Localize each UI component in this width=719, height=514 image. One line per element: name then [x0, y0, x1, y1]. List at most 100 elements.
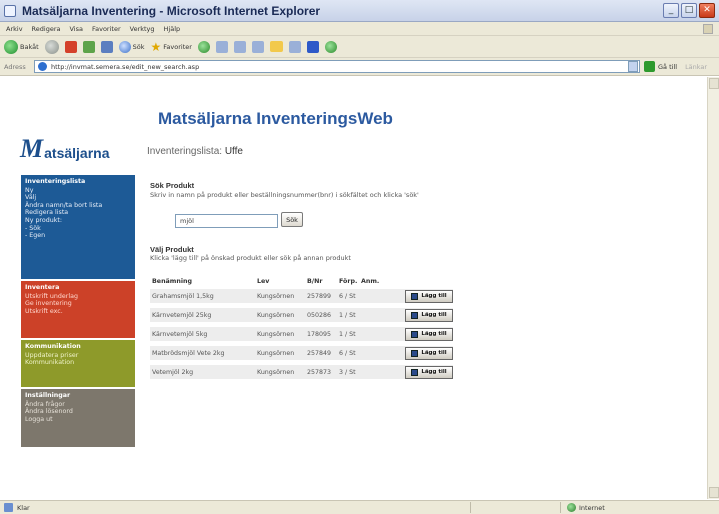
- forward-arrow-icon: [44, 39, 59, 54]
- security-zone: Internet: [567, 503, 605, 512]
- nav-item-redigera-lista[interactable]: Redigera lista: [25, 209, 131, 217]
- add-product-button[interactable]: Lägg till: [405, 289, 453, 303]
- nav-item-andra-namn[interactable]: Ändra namn/ta bort lista: [25, 202, 131, 210]
- favorites-button[interactable]: ★ Favoriter: [151, 40, 192, 54]
- nav-item-ny-produkt: Ny produkt:: [25, 216, 62, 224]
- nav-item-uppdatera-priser[interactable]: Uppdatera priser: [25, 352, 131, 360]
- list-name: Uffe: [224, 146, 243, 157]
- maximize-button[interactable]: □: [681, 3, 697, 18]
- go-button[interactable]: Gå till: [644, 61, 677, 72]
- research-button[interactable]: [288, 40, 301, 53]
- address-bar: Adress http://invmat.semera.se/edit_new_…: [0, 58, 719, 76]
- add-product-button[interactable]: Lägg till: [405, 308, 453, 322]
- add-label: Lägg till: [421, 369, 447, 375]
- address-input[interactable]: http://invmat.semera.se/edit_new_search.…: [34, 60, 640, 73]
- save-disk-icon: [411, 349, 419, 357]
- menu-tools[interactable]: Verktyg: [130, 25, 155, 33]
- tools-icon: [324, 40, 337, 53]
- stop-button[interactable]: [64, 40, 77, 53]
- select-section-help: Klicka 'lägg till' på önskad produkt ell…: [150, 254, 351, 262]
- home-button[interactable]: [100, 40, 113, 53]
- close-button[interactable]: ✕: [699, 3, 715, 18]
- search-toolbar-button[interactable]: Sök: [118, 40, 145, 53]
- messenger-button[interactable]: [306, 40, 319, 53]
- ie-icon: [4, 4, 16, 17]
- cell-supplier: Kungsörnen: [257, 311, 295, 319]
- media-button[interactable]: [197, 40, 210, 53]
- menu-view[interactable]: Visa: [69, 25, 82, 33]
- mail-button[interactable]: [233, 40, 246, 53]
- cell-bnr: 257849: [307, 349, 332, 357]
- nav-item-egen[interactable]: - Egen: [25, 232, 131, 240]
- status-bar: Klar Internet: [0, 500, 719, 514]
- media-icon: [197, 40, 210, 53]
- scroll-up-button[interactable]: [709, 78, 719, 89]
- status-divider: [560, 502, 561, 513]
- header-forp: Förp.: [339, 278, 358, 285]
- current-list: Inventeringslista: Uffe: [147, 146, 243, 157]
- cell-supplier: Kungsörnen: [257, 292, 295, 300]
- select-section-title: Välj Produkt: [150, 245, 194, 254]
- scroll-down-button[interactable]: [709, 487, 719, 498]
- menu-favorites[interactable]: Favoriter: [92, 25, 121, 33]
- header-benamning: Benämning: [152, 278, 192, 285]
- nav-item-valj[interactable]: Välj: [25, 194, 131, 202]
- add-product-button[interactable]: Lägg till: [405, 365, 453, 379]
- table-row: Grahamsmjöl 1,5kg Kungsörnen 257899 6 / …: [150, 289, 453, 303]
- star-icon: ★: [150, 39, 162, 54]
- forward-button[interactable]: [44, 39, 59, 54]
- menu-file[interactable]: Arkiv: [6, 25, 23, 33]
- menu-edit[interactable]: Redigera: [32, 25, 61, 33]
- minimize-button[interactable]: _: [663, 3, 679, 18]
- vertical-scrollbar[interactable]: [707, 77, 719, 499]
- window-title: Matsäljarna Inventering - Microsoft Inte…: [22, 3, 321, 18]
- nav-heading: Kommunikation: [25, 343, 81, 350]
- mail-icon: [233, 40, 246, 53]
- header-lev: Lev: [257, 278, 270, 285]
- add-label: Lägg till: [421, 331, 447, 337]
- back-button[interactable]: Bakåt: [4, 39, 39, 54]
- nav-item-ge-inventering[interactable]: Ge inventering: [25, 300, 131, 308]
- history-button[interactable]: [215, 40, 228, 53]
- home-icon: [100, 40, 113, 53]
- print-button[interactable]: [251, 40, 264, 53]
- add-product-button[interactable]: Lägg till: [405, 327, 453, 341]
- back-arrow-icon: [4, 39, 18, 54]
- address-dropdown-icon[interactable]: [628, 61, 638, 72]
- messenger-icon: [306, 40, 319, 53]
- nav-inventeringslista: Inventeringslista Ny Välj Ändra namn/ta …: [21, 175, 135, 279]
- site-title: Matsäljarna InventeringsWeb: [158, 109, 393, 128]
- product-search-input[interactable]: [175, 214, 278, 228]
- save-disk-icon: [411, 292, 419, 300]
- globe-icon: [567, 503, 576, 512]
- search-button[interactable]: Sök: [281, 212, 303, 227]
- table-row: Vetemjöl 2kg Kungsörnen 257873 3 / St Lä…: [150, 365, 453, 379]
- save-disk-icon: [411, 330, 419, 338]
- nav-item-utskrift-exc[interactable]: Utskrift exc.: [25, 308, 131, 316]
- nav-item-logga-ut[interactable]: Logga ut: [25, 416, 131, 424]
- refresh-icon: [82, 40, 95, 53]
- tools-button[interactable]: [324, 40, 337, 53]
- nav-item-andra-losenord[interactable]: Ändra lösenord: [25, 408, 131, 416]
- cell-pack: 3 / St: [339, 368, 356, 376]
- cell-name: Matbrödsmjöl Vete 2kg: [152, 349, 225, 357]
- cell-name: Kärnvetemjöl 5kg: [152, 330, 208, 338]
- nav-item-sok[interactable]: - Sök: [25, 225, 131, 233]
- nav-item-utskrift-underlag[interactable]: Utskrift underlag: [25, 293, 131, 301]
- add-product-button[interactable]: Lägg till: [405, 346, 453, 360]
- menu-help[interactable]: Hjälp: [164, 25, 181, 33]
- add-label: Lägg till: [421, 312, 447, 318]
- nav-heading: Inventera: [25, 284, 60, 291]
- refresh-button[interactable]: [82, 40, 95, 53]
- print-icon: [251, 40, 264, 53]
- nav-kommunikation: Kommunikation Uppdatera priser Kommunika…: [21, 340, 135, 387]
- cell-supplier: Kungsörnen: [257, 349, 295, 357]
- windows-flag-icon: [703, 24, 713, 34]
- menu-bar: Arkiv Redigera Visa Favoriter Verktyg Hj…: [0, 22, 719, 36]
- nav-item-ny[interactable]: Ny: [25, 187, 131, 195]
- links-button[interactable]: Länkar: [685, 63, 707, 71]
- site-logo[interactable]: M atsäljarna: [20, 136, 110, 162]
- add-label: Lägg till: [421, 293, 447, 299]
- folder-button[interactable]: [269, 41, 283, 52]
- nav-item-kommunikation[interactable]: Kommunikation: [25, 359, 131, 367]
